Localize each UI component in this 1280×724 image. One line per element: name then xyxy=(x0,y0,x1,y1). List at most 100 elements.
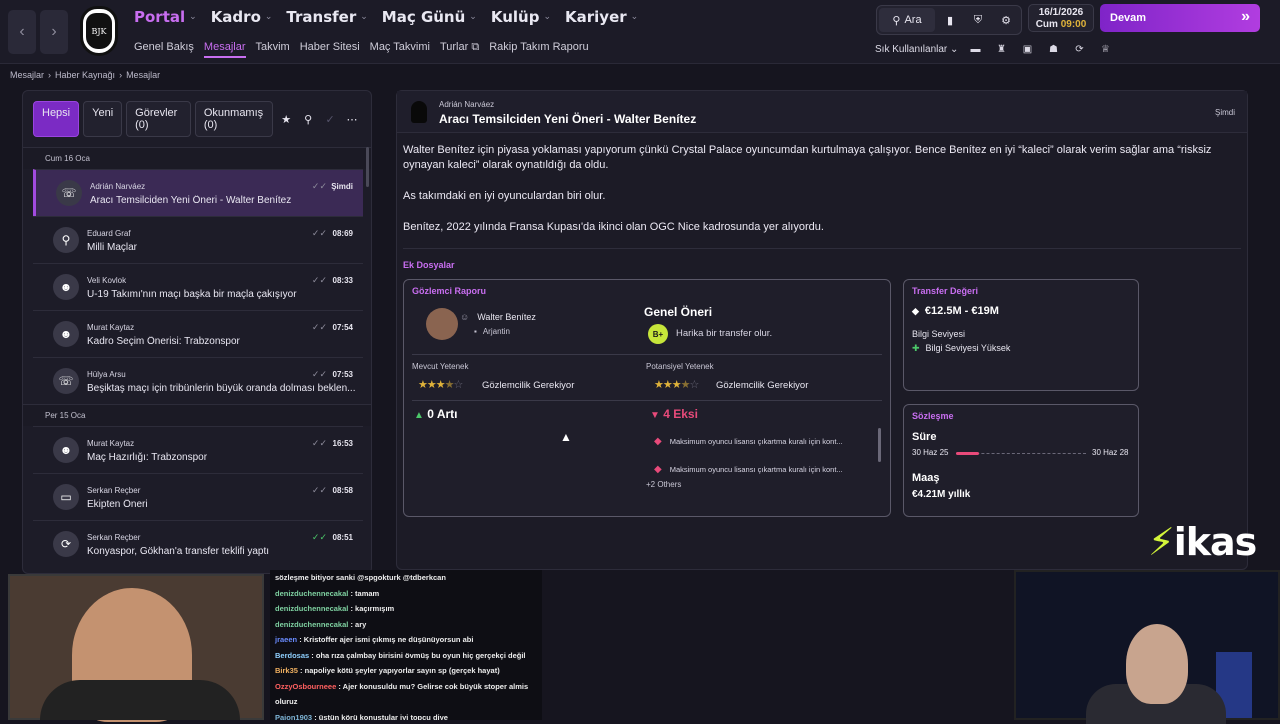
message-row[interactable]: ☏ Hülya Arsu Beşiktaş maçı için tribünleri… xyxy=(33,357,363,404)
subnav-item[interactable]: Mesajlar xyxy=(203,41,246,58)
message-body: Walter Benítez için piyasa yoklaması yap… xyxy=(403,143,1243,251)
read-check-icon: ✓✓ xyxy=(311,275,327,285)
chat-text: sözleşme bitiyor sanki @spgokturk @tdber… xyxy=(275,573,446,582)
current-needs-scouting: Gözlemcilik Gerekiyor xyxy=(482,380,575,391)
attachments-heading: Ek Dosyalar xyxy=(403,260,455,270)
message-row[interactable]: ▭ Serkan Reçber Ekipten Öneri ✓✓ 08:58 xyxy=(33,473,363,520)
group-icon: ☻ xyxy=(53,274,79,300)
subnav-item[interactable]: Genel Bakış xyxy=(134,41,194,58)
subnav-item[interactable]: Turlar ⧉ xyxy=(440,41,479,58)
trophy-icon[interactable]: ♕ xyxy=(1096,42,1114,56)
read-check-icon: ✓✓ xyxy=(311,322,327,332)
scout-report-card[interactable]: Gözlemci Raporu ☺ Walter Benítez ▪ Arjanti… xyxy=(403,279,891,517)
message-sender: Adrián Narváez xyxy=(90,182,146,191)
clipboard-icon[interactable]: ▣ xyxy=(1018,42,1036,56)
potential-needs-scouting: Gözlemcilik Gerekiyor xyxy=(716,380,809,391)
more-icon[interactable]: ⋯ xyxy=(343,113,361,126)
chat-message: denizduchennecakal : kaçırmışım xyxy=(275,601,542,617)
subnav-item[interactable]: Takvim xyxy=(256,41,290,58)
back-button[interactable]: ‹ xyxy=(8,10,36,54)
message-sender: Serkan Reçber xyxy=(87,486,141,495)
refresh-icon[interactable]: ⟳ xyxy=(1070,42,1088,56)
star-icon[interactable]: ★ xyxy=(277,113,295,126)
player-name-text: Walter Benítez xyxy=(477,312,536,322)
nav-maç-günü[interactable]: Maç Günü ⌄ xyxy=(382,8,477,26)
player-name[interactable]: ☺ Walter Benítez xyxy=(460,312,536,322)
search-button[interactable]: ⚲ Ara xyxy=(879,8,935,32)
inbox-panel: Hepsi Yeni Görevler (0) Okunmamış (0) ★ ⚲ ✓… xyxy=(22,90,372,574)
inbox-tab[interactable]: Okunmamış (0) xyxy=(194,101,274,137)
nav-label: Portal xyxy=(134,8,186,26)
bookmark-button[interactable]: ▮ xyxy=(937,8,963,32)
chat-icon[interactable]: ▬ xyxy=(966,42,984,56)
message-subject: Milli Maçlar xyxy=(87,242,137,253)
cons-scrollbar[interactable] xyxy=(878,428,881,462)
read-check-icon: ✓✓ xyxy=(311,485,327,495)
message-sender: Veli Kovlok xyxy=(87,276,127,285)
pros-label: 0 Artı xyxy=(427,407,458,421)
subnav-item[interactable]: Maç Takvimi xyxy=(370,41,430,58)
people-icon[interactable]: ☗ xyxy=(1044,42,1062,56)
forward-button[interactable]: › xyxy=(40,10,68,54)
flag-icon: ▪ xyxy=(474,327,477,336)
message-paragraph: As takımdaki en iyi oyunculardan biri ol… xyxy=(403,190,606,202)
search-icon[interactable]: ⚲ xyxy=(299,113,317,126)
nav-kulüp[interactable]: Kulüp ⌄ xyxy=(491,8,551,26)
contract-start: 30 Haz 25 xyxy=(912,448,949,457)
game-date[interactable]: 16/1/2026 Cum 09:00 xyxy=(1028,4,1094,32)
message-subject: Aracı Temsilciden Yeni Öneri - Walter Be… xyxy=(90,195,292,206)
message-row[interactable]: ⚲ Eduard Graf Milli Maçlar ✓✓ 08:69 xyxy=(33,216,363,263)
club-crest-logo[interactable]: BJK xyxy=(80,6,118,56)
settings-button[interactable]: ⚙ xyxy=(993,8,1019,32)
continue-button[interactable]: Devam » xyxy=(1100,4,1260,32)
potential-ability-label: Potansiyel Yetenek xyxy=(646,362,714,371)
subnav-item[interactable]: Haber Sitesi xyxy=(300,41,360,58)
potential-ability-stars: ★★★★☆ xyxy=(654,378,699,391)
pros-summary: ▲ 0 Artı xyxy=(414,407,457,421)
inbox-tab[interactable]: Hepsi xyxy=(33,101,80,137)
double-chevron-right-icon: » xyxy=(1241,8,1250,25)
player-photo[interactable] xyxy=(426,308,458,340)
nav-transfer[interactable]: Transfer ⌄ xyxy=(286,8,367,26)
inbox-tab[interactable]: Görevler (0) xyxy=(126,101,191,137)
grade-text: Harika bir transfer olur. xyxy=(676,328,773,339)
check-icon[interactable]: ✓ xyxy=(321,113,339,126)
player-nationality: ▪ Arjantin xyxy=(474,327,510,336)
nav-kadro[interactable]: Kadro ⌄ xyxy=(211,8,273,26)
current-ability-label: Mevcut Yetenek xyxy=(412,362,469,371)
thumbs-down-icon: ▼ xyxy=(650,410,660,421)
star-icon: ★ xyxy=(654,379,664,391)
message-row[interactable]: ☏ Adrián Narváez Aracı Temsilciden Yeni Ön… xyxy=(33,169,363,216)
toolbar: ⚲ Ara ▮ ⛨ ⚙ xyxy=(876,5,1022,35)
webcam-left xyxy=(8,574,264,722)
gear-icon: ⚙ xyxy=(1001,14,1011,27)
inbox-scrollbar[interactable] xyxy=(366,147,369,187)
refresh-icon: ⟳ xyxy=(53,531,79,557)
message-row[interactable]: ☻ Murat Kaytaz Maç Hazırlığı: Trabzonspor ✓… xyxy=(33,426,363,473)
chevron-down-icon: ⌄ xyxy=(630,12,639,22)
favorites-dropdown[interactable]: Sık Kullanılanlar ⌄ xyxy=(875,44,958,55)
inbox-tab[interactable]: Yeni xyxy=(83,101,123,137)
ikas-logo: ⚡ikas xyxy=(1148,520,1258,564)
message-row[interactable]: ☻ Murat Kaytaz Kadro Seçim Önerisi: Trabzo… xyxy=(33,310,363,357)
transfer-value-card[interactable]: Transfer Değeri ◆ €12.5M - €19M Bilgi Sev… xyxy=(903,279,1139,391)
shield-icon: ⛨ xyxy=(973,13,983,26)
breadcrumb-item[interactable]: Haber Kaynağı xyxy=(55,70,115,80)
club-button[interactable]: ⛨ xyxy=(965,8,991,32)
star-icon: ★ xyxy=(671,379,682,391)
subnav-item[interactable]: Rakip Takım Raporu xyxy=(489,41,588,58)
message-view: Adrián Narváez Aracı Temsilciden Yeni Ön… xyxy=(396,90,1248,570)
chevron-down-icon: ⌄ xyxy=(189,12,197,22)
breadcrumb-item[interactable]: Mesajlar xyxy=(10,70,44,80)
contract-card[interactable]: Sözleşme Süre 30 Haz 25 30 Haz 28 Maaş €… xyxy=(903,404,1139,517)
chat-username: Birk35 xyxy=(275,666,298,675)
more-cons-link[interactable]: +2 Others xyxy=(646,480,681,489)
message-paragraph: Walter Benítez için piyasa yoklaması yap… xyxy=(403,144,1212,171)
shirt-icon[interactable]: ♜ xyxy=(992,42,1010,56)
message-row[interactable]: ☻ Veli Kovlok U-19 Takımı'nın maçı başka b… xyxy=(33,263,363,310)
nav-kariyer[interactable]: Kariyer ⌄ xyxy=(565,8,638,26)
message-row[interactable]: ⟳ Serkan Reçber Konyaspor, Gökhan'a transf… xyxy=(33,520,363,567)
nationality-text: Arjantin xyxy=(482,327,510,336)
nav-portal[interactable]: Portal ⌄ xyxy=(134,8,197,26)
brand-text: ikas xyxy=(1173,520,1258,564)
